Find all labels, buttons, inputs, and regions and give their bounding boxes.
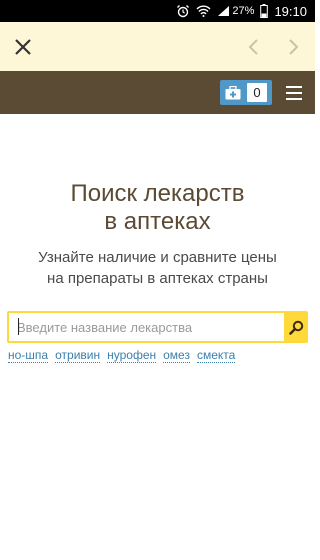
forward-button[interactable] (281, 34, 307, 60)
suggestion-link[interactable]: но-шпа (8, 348, 49, 363)
page-subtitle-line2: на препараты в аптеках страны (47, 270, 268, 287)
page-title-line1: Поиск лекарств (70, 180, 245, 207)
menu-button[interactable] (284, 83, 304, 103)
search-suggestions: но-шпа отривин нурофен омез смекта (8, 348, 242, 363)
search-input[interactable] (9, 313, 284, 341)
page-subtitle: Узнайте наличие и сравните цены на препа… (0, 247, 315, 289)
close-button[interactable] (10, 34, 36, 60)
battery-percent: 27% (232, 5, 255, 17)
search-icon (288, 320, 303, 335)
page-title-line2: в аптеках (104, 208, 211, 235)
first-aid-kit-icon (220, 80, 246, 105)
alarm-icon (176, 4, 190, 18)
menu-icon-bar (286, 98, 302, 100)
wifi-icon (196, 5, 211, 17)
chevron-left-icon (248, 39, 258, 55)
chevron-right-icon (289, 39, 299, 55)
browser-toolbar (0, 22, 315, 71)
clock: 19:10 (274, 3, 307, 19)
back-button[interactable] (240, 34, 266, 60)
page-title: Поиск лекарств в аптеках (0, 180, 315, 236)
suggestion-link[interactable]: нурофен (107, 348, 157, 363)
medicine-kit-button[interactable]: 0 (220, 80, 272, 105)
menu-icon-bar (286, 92, 302, 94)
suggestion-link[interactable]: отривин (55, 348, 101, 363)
search-button[interactable] (286, 313, 306, 341)
page-subtitle-line1: Узнайте наличие и сравните цены (38, 249, 277, 266)
battery-icon (260, 4, 269, 18)
status-bar: 27% 19:10 (0, 0, 315, 22)
signal-icon (217, 5, 230, 17)
menu-icon-bar (286, 86, 302, 88)
text-caret (18, 318, 19, 335)
close-icon (15, 39, 31, 55)
kit-count-badge: 0 (247, 83, 267, 102)
suggestion-link[interactable]: смекта (196, 348, 236, 363)
site-header: 0 (0, 71, 315, 114)
search-bar (7, 311, 308, 343)
suggestion-link[interactable]: омез (163, 348, 190, 363)
